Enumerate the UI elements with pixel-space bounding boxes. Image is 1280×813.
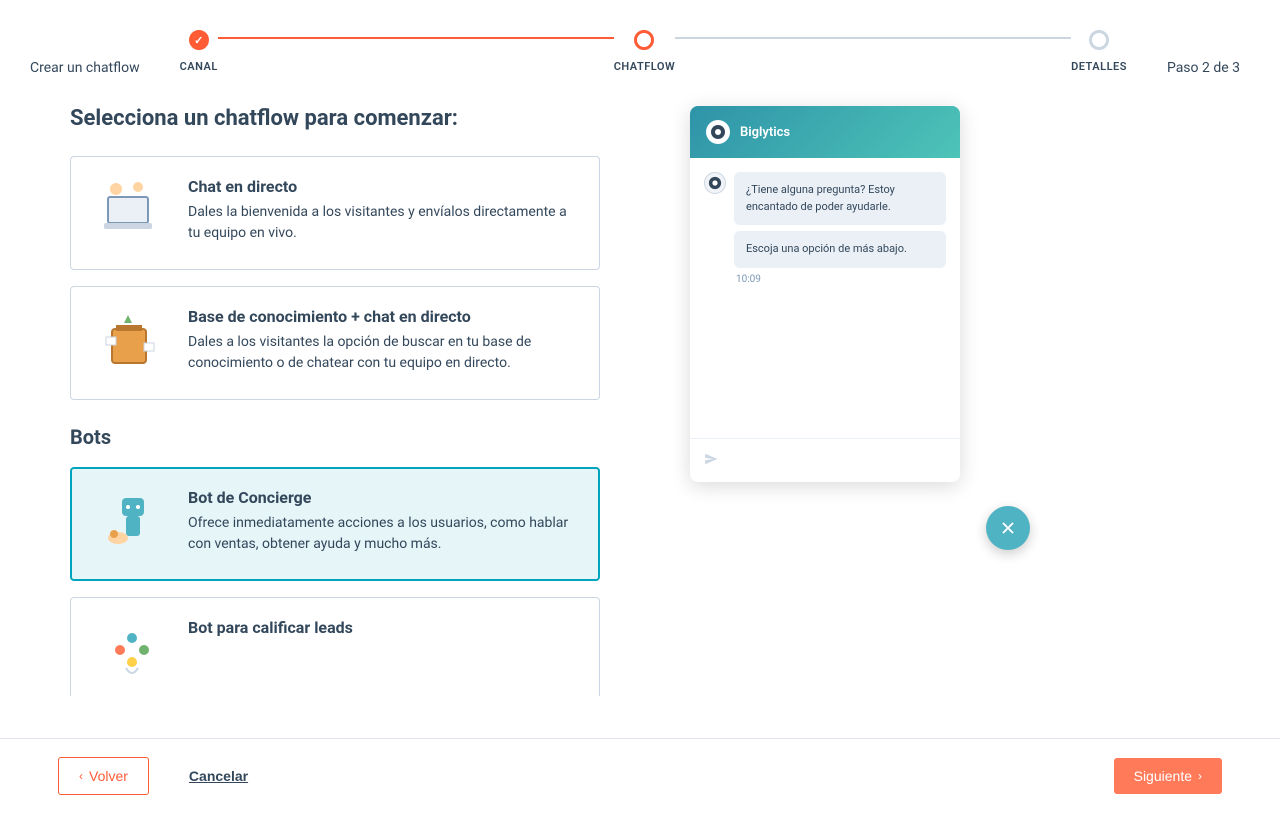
next-button-label: Siguiente	[1134, 768, 1192, 784]
step-label-chatflow: CHATFLOW	[614, 60, 675, 73]
card-content: Chat en directo Dales la bienvenida a lo…	[188, 177, 574, 244]
chat-brand-name: Biglytics	[740, 125, 790, 140]
chevron-right-icon: ›	[1198, 769, 1202, 783]
card-desc: Dales la bienvenida a los visitantes y e…	[188, 202, 574, 244]
card-title: Bot de Concierge	[188, 488, 574, 507]
chat-bot-avatar-icon	[704, 172, 726, 194]
chat-brand-avatar-icon	[706, 120, 730, 144]
next-button[interactable]: Siguiente ›	[1114, 758, 1222, 794]
chat-bubbles: ¿Tiene alguna pregunta? Estoy encantado …	[734, 172, 946, 285]
card-qualify-leads-bot[interactable]: Bot para calificar leads	[70, 597, 600, 696]
chat-message-group: ¿Tiene alguna pregunta? Estoy encantado …	[704, 172, 946, 285]
card-kb-chat[interactable]: Base de conocimiento + chat en directo D…	[70, 286, 600, 400]
wizard-header: Crear un chatflow ✓ CANAL CHATFLOW DETAL…	[0, 0, 1280, 76]
step-chatflow: CHATFLOW	[614, 30, 675, 73]
section-heading-bots: Bots	[70, 425, 600, 449]
chat-timestamp: 10:09	[736, 274, 946, 285]
back-button[interactable]: ‹ Volver	[58, 757, 149, 795]
card-title: Base de conocimiento + chat en directo	[188, 307, 574, 326]
card-content: Bot de Concierge Ofrece inmediatamente a…	[188, 488, 574, 555]
card-title: Chat en directo	[188, 177, 574, 196]
step-label-canal: CANAL	[180, 60, 218, 73]
step-counter: Paso 2 de 3	[1167, 60, 1240, 76]
knowledge-base-icon	[96, 307, 168, 379]
step-line-2	[675, 37, 1071, 39]
wizard-title: Crear un chatflow	[30, 60, 140, 76]
step-circle-completed-icon: ✓	[189, 30, 209, 50]
back-button-label: Volver	[89, 768, 128, 784]
step-line-1	[218, 37, 614, 39]
cancel-button-label: Cancelar	[189, 768, 248, 784]
chat-header: Biglytics	[690, 106, 960, 158]
card-content: Bot para calificar leads	[188, 618, 574, 643]
concierge-robot-icon	[96, 488, 168, 560]
close-chat-button[interactable]	[986, 506, 1030, 550]
main-content: Selecciona un chatflow para comenzar: Ch…	[0, 76, 1280, 696]
wizard-footer: ‹ Volver Cancelar Siguiente ›	[0, 738, 1280, 813]
card-concierge-bot[interactable]: Bot de Concierge Ofrece inmediatamente a…	[70, 467, 600, 581]
chat-input-area	[690, 438, 960, 482]
chat-body: ¿Tiene alguna pregunta? Estoy encantado …	[690, 158, 960, 438]
card-desc: Dales a los visitantes la opción de busc…	[188, 332, 574, 374]
card-live-chat[interactable]: Chat en directo Dales la bienvenida a lo…	[70, 156, 600, 270]
chat-preview-window: Biglytics ¿Tiene alguna pregunta? Estoy …	[690, 106, 960, 482]
page-heading: Selecciona un chatflow para comenzar:	[70, 106, 600, 131]
chat-bubble: Escoja una opción de más abajo.	[734, 231, 946, 268]
chat-bubble: ¿Tiene alguna pregunta? Estoy encantado …	[734, 172, 946, 225]
laptop-chat-icon	[96, 177, 168, 249]
cancel-button[interactable]: Cancelar	[169, 758, 268, 794]
chevron-left-icon: ‹	[79, 769, 83, 783]
send-icon[interactable]	[704, 454, 718, 470]
card-desc: Ofrece inmediatamente acciones a los usu…	[188, 513, 574, 555]
options-column: Selecciona un chatflow para comenzar: Ch…	[70, 106, 600, 696]
card-title: Bot para calificar leads	[188, 618, 574, 637]
qualify-leads-icon	[96, 618, 168, 690]
step-canal: ✓ CANAL	[180, 30, 218, 73]
card-content: Base de conocimiento + chat en directo D…	[188, 307, 574, 374]
step-label-detalles: DETALLES	[1071, 60, 1127, 73]
step-circle-upcoming-icon	[1089, 30, 1109, 50]
step-circle-current-icon	[634, 30, 654, 50]
stepper: ✓ CANAL CHATFLOW DETALLES	[180, 30, 1127, 73]
check-icon: ✓	[194, 34, 203, 47]
close-icon	[999, 519, 1017, 537]
step-detalles: DETALLES	[1071, 30, 1127, 73]
chat-preview-column: Biglytics ¿Tiene alguna pregunta? Estoy …	[660, 106, 1020, 696]
